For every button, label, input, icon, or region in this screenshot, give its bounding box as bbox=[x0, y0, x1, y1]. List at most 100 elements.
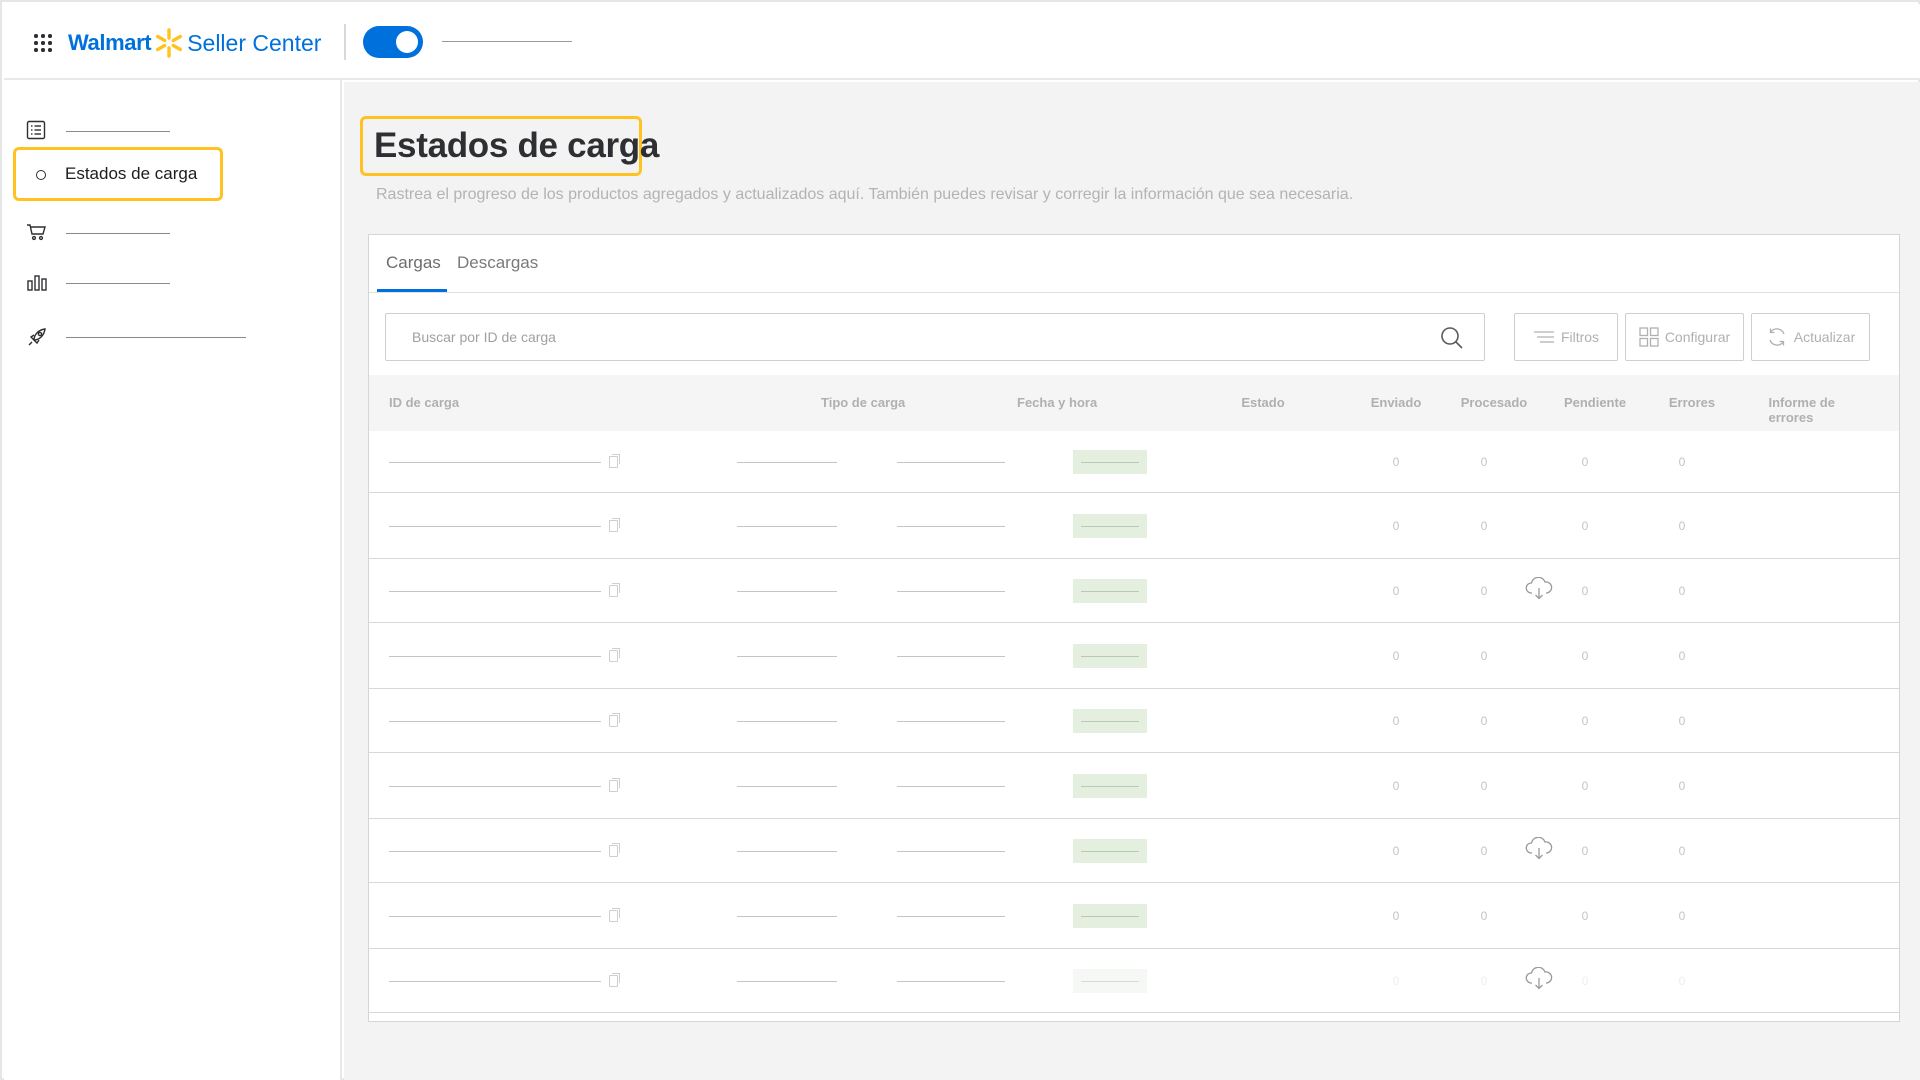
upload-type-placeholder bbox=[737, 462, 837, 463]
table-row[interactable]: 0 0 0 0 bbox=[369, 883, 1899, 949]
cell-errores: 0 bbox=[1678, 519, 1686, 533]
table-row[interactable]: 0 0 0 0 bbox=[369, 689, 1899, 753]
cell-enviado: 0 bbox=[1392, 649, 1400, 663]
upload-id-placeholder[interactable] bbox=[389, 916, 601, 917]
upload-id-placeholder[interactable] bbox=[389, 786, 601, 787]
cell-enviado: 0 bbox=[1392, 455, 1400, 469]
upload-type-placeholder bbox=[737, 981, 837, 982]
configure-label: Configurar bbox=[1664, 329, 1731, 345]
search-input[interactable] bbox=[386, 314, 1484, 360]
copy-icon[interactable] bbox=[609, 713, 620, 727]
table-row[interactable]: 0 0 0 0 bbox=[369, 753, 1899, 819]
copy-icon[interactable] bbox=[609, 778, 620, 792]
search-box bbox=[385, 313, 1485, 361]
cloud-download-icon[interactable] bbox=[1525, 967, 1553, 991]
filters-button[interactable]: Filtros bbox=[1514, 313, 1618, 361]
column-procesado[interactable]: Procesado bbox=[1461, 395, 1527, 410]
cell-enviado: 0 bbox=[1392, 519, 1400, 533]
walmart-seller-center-logo[interactable]: Walmart Seller Center bbox=[68, 26, 321, 60]
sidebar-item-estados-de-carga[interactable]: Estados de carga bbox=[13, 147, 223, 201]
cell-procesado: 0 bbox=[1480, 844, 1488, 858]
sidebar-item-placeholder-line bbox=[66, 283, 170, 284]
upload-id-placeholder[interactable] bbox=[389, 656, 601, 657]
upload-id-placeholder[interactable] bbox=[389, 981, 601, 982]
sidebar-item-analytics[interactable] bbox=[4, 262, 334, 302]
cloud-download-icon[interactable] bbox=[1525, 577, 1553, 601]
header-placeholder-line bbox=[442, 41, 572, 42]
table-row[interactable]: 0 0 0 0 bbox=[369, 431, 1899, 493]
date-time-placeholder bbox=[897, 721, 1005, 722]
column-errores[interactable]: Errores bbox=[1669, 395, 1715, 410]
cloud-download-icon[interactable] bbox=[1525, 837, 1553, 861]
configure-button[interactable]: Configurar bbox=[1625, 313, 1744, 361]
cell-enviado: 0 bbox=[1392, 779, 1400, 793]
bar-chart-icon bbox=[27, 275, 47, 291]
sidebar-item-label: Estados de carga bbox=[65, 164, 198, 183]
cell-pendiente: 0 bbox=[1581, 909, 1589, 923]
upload-id-placeholder[interactable] bbox=[389, 851, 601, 852]
cell-pendiente: 0 bbox=[1581, 844, 1589, 858]
table-row[interactable]: 0 0 0 0 bbox=[369, 949, 1899, 1013]
column-fecha-y-hora[interactable]: Fecha y hora bbox=[1017, 395, 1097, 410]
column-pendiente[interactable]: Pendiente bbox=[1564, 395, 1626, 410]
column-estado[interactable]: Estado bbox=[1241, 395, 1284, 410]
header-divider bbox=[344, 24, 346, 60]
sidebar: Estados de carga bbox=[4, 80, 342, 1080]
table-header: ID de carga Tipo de carga Fecha y hora E… bbox=[369, 375, 1899, 431]
status-badge bbox=[1073, 774, 1147, 798]
date-time-placeholder bbox=[897, 916, 1005, 917]
status-badge bbox=[1073, 709, 1147, 733]
list-icon bbox=[26, 120, 46, 140]
date-time-placeholder bbox=[897, 591, 1005, 592]
copy-icon[interactable] bbox=[609, 518, 620, 532]
sidebar-item-cart[interactable] bbox=[4, 212, 334, 252]
tab-cargas[interactable]: Cargas bbox=[386, 253, 441, 273]
active-tab-indicator bbox=[377, 289, 447, 292]
refresh-label: Actualizar bbox=[1793, 329, 1856, 345]
sidebar-item-placeholder-line bbox=[66, 233, 170, 234]
copy-icon[interactable] bbox=[609, 843, 620, 857]
cell-procesado: 0 bbox=[1480, 519, 1488, 533]
grid-dots-icon[interactable] bbox=[34, 34, 54, 54]
tab-descargas[interactable]: Descargas bbox=[457, 253, 538, 273]
sidebar-item-list[interactable] bbox=[4, 110, 334, 150]
copy-icon[interactable] bbox=[609, 454, 620, 468]
sidebar-item-placeholder-line bbox=[66, 131, 170, 132]
cell-errores: 0 bbox=[1678, 584, 1686, 598]
product-name: Seller Center bbox=[187, 29, 322, 56]
cart-icon bbox=[27, 224, 46, 241]
column-id-de-carga[interactable]: ID de carga bbox=[389, 395, 459, 410]
column-enviado[interactable]: Enviado bbox=[1371, 395, 1422, 410]
column-tipo-de-carga[interactable]: Tipo de carga bbox=[821, 395, 905, 410]
table-row[interactable]: 0 0 0 0 bbox=[369, 623, 1899, 689]
sidebar-item-placeholder-line bbox=[66, 337, 246, 338]
status-badge bbox=[1073, 514, 1147, 538]
table-row[interactable]: 0 0 0 0 bbox=[369, 819, 1899, 883]
column-informe-de-errores[interactable]: Informe de errores bbox=[1769, 395, 1856, 425]
main-content: Estados de carga Rastrea el progreso de … bbox=[344, 82, 1920, 1080]
walmart-spark-icon bbox=[156, 28, 183, 58]
cell-procesado: 0 bbox=[1480, 649, 1488, 663]
upload-id-placeholder[interactable] bbox=[389, 526, 601, 527]
table-row[interactable]: 0 0 0 0 bbox=[369, 559, 1899, 623]
refresh-button[interactable]: Actualizar bbox=[1751, 313, 1870, 361]
search-icon[interactable] bbox=[1440, 326, 1464, 350]
cell-pendiente: 0 bbox=[1581, 584, 1589, 598]
copy-icon[interactable] bbox=[609, 908, 620, 922]
cell-procesado: 0 bbox=[1480, 714, 1488, 728]
upload-id-placeholder[interactable] bbox=[389, 591, 601, 592]
upload-id-placeholder[interactable] bbox=[389, 462, 601, 463]
upload-type-placeholder bbox=[737, 591, 837, 592]
cell-errores: 0 bbox=[1678, 909, 1686, 923]
cell-pendiente: 0 bbox=[1581, 974, 1589, 988]
copy-icon[interactable] bbox=[609, 973, 620, 987]
sidebar-item-growth[interactable] bbox=[4, 316, 334, 356]
upload-type-placeholder bbox=[737, 721, 837, 722]
upload-id-placeholder[interactable] bbox=[389, 721, 601, 722]
upload-type-placeholder bbox=[737, 916, 837, 917]
copy-icon[interactable] bbox=[609, 583, 620, 597]
copy-icon[interactable] bbox=[609, 648, 620, 662]
cell-pendiente: 0 bbox=[1581, 779, 1589, 793]
header-toggle[interactable] bbox=[363, 26, 423, 58]
table-row[interactable]: 0 0 0 0 bbox=[369, 493, 1899, 559]
